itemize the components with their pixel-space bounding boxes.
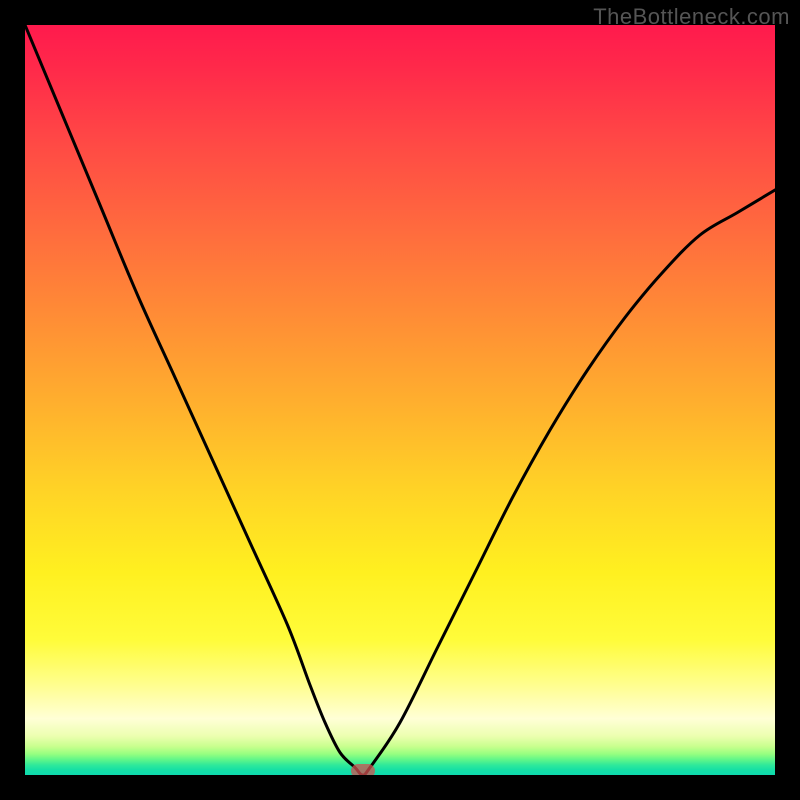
- plot-area: [25, 25, 775, 775]
- chart-frame: TheBottleneck.com: [0, 0, 800, 800]
- watermark-text: TheBottleneck.com: [593, 4, 790, 30]
- minimum-marker: [351, 764, 375, 775]
- curve-svg: [25, 25, 775, 775]
- bottleneck-curve: [25, 25, 775, 775]
